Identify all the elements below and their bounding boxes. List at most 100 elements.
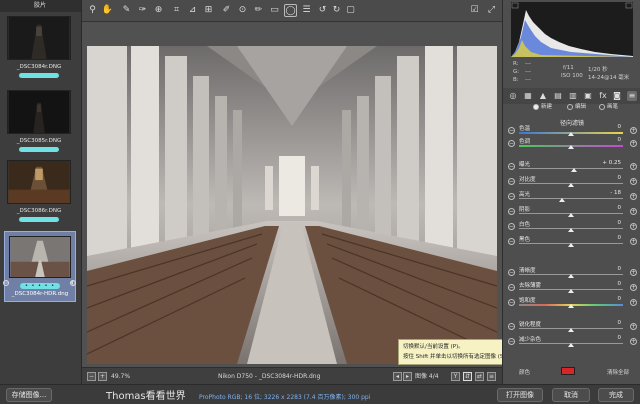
slider-value[interactable]: + 0.25 [601, 160, 621, 166]
effects-tab-icon[interactable]: fx [598, 91, 608, 101]
tone-curve-tab-icon[interactable]: ▦ [523, 91, 533, 101]
detail-tab-icon[interactable]: ▲ [538, 91, 548, 101]
increase-icon[interactable]: + [630, 208, 637, 215]
slider-value[interactable]: 0 [601, 220, 622, 226]
color-swatch[interactable] [561, 367, 575, 375]
decrease-icon[interactable]: − [508, 140, 515, 147]
next-image-button[interactable]: ▸ [403, 372, 412, 381]
slider-knob[interactable] [568, 343, 574, 347]
increase-icon[interactable]: + [630, 178, 637, 185]
slider-row[interactable]: − 色调 0 + [503, 137, 640, 151]
increase-icon[interactable]: + [630, 163, 637, 170]
mode-brush-radio[interactable]: 画笔 [599, 102, 618, 110]
slider-row[interactable]: − 白色 0 + [503, 220, 640, 234]
slider-row[interactable]: − 饱和度 0 + [503, 296, 640, 310]
camera-calibration-tab-icon[interactable]: ◙ [612, 91, 622, 101]
slider-row[interactable]: − 色温 0 + [503, 124, 640, 138]
slider-row[interactable]: − 去除薄雾 0 + [503, 281, 640, 295]
decrease-icon[interactable]: − [508, 238, 515, 245]
crop-icon[interactable]: ⌗ [170, 4, 183, 17]
cancel-button[interactable]: 取消 [552, 388, 590, 402]
slider-knob[interactable] [558, 198, 565, 202]
slider-row[interactable]: − 黑色 0 + [503, 235, 640, 249]
previous-image-button[interactable]: ◂ [393, 372, 402, 381]
transform-icon[interactable]: ⊞ [202, 4, 215, 17]
lens-tab-icon[interactable]: ▣ [583, 91, 593, 101]
slider-value[interactable]: 0 [601, 281, 622, 287]
decrease-icon[interactable]: − [508, 208, 515, 215]
increase-icon[interactable]: + [630, 269, 637, 276]
presets-menu-icon[interactable]: ≡ [627, 91, 637, 101]
zoom-icon[interactable]: ⚲ [86, 4, 99, 17]
swap-settings-button[interactable]: ⇄ [475, 372, 484, 381]
trash-icon[interactable]: ▢ [344, 4, 357, 17]
slider-knob[interactable] [568, 304, 574, 308]
decrease-icon[interactable]: − [508, 338, 515, 345]
increase-icon[interactable]: + [630, 238, 637, 245]
increase-icon[interactable]: + [630, 193, 637, 200]
thumbnail-rating-stars[interactable]: • • • • • [20, 283, 60, 289]
slider-value[interactable]: 0 [601, 124, 622, 130]
slider-value[interactable]: 0 [601, 205, 622, 211]
slider-value[interactable]: 0 [601, 137, 622, 143]
slider-value[interactable]: 0 [601, 296, 622, 302]
toggle-defaults-button[interactable]: ⇵ [463, 372, 472, 381]
decrease-icon[interactable]: − [508, 269, 515, 276]
slider-knob[interactable] [568, 228, 574, 232]
slider-knob[interactable] [568, 289, 574, 293]
graduated-filter-icon[interactable]: ▭ [268, 4, 281, 17]
image-canvas[interactable] [82, 22, 502, 367]
slider-row[interactable]: − 高光 - 18 + [503, 190, 640, 204]
slider-row[interactable]: − 减少杂色 0 + [503, 335, 640, 349]
filmstrip-item[interactable]: _DSC3085r.DNG [7, 90, 71, 152]
color-sampler-icon[interactable]: ✑ [136, 4, 149, 17]
decrease-icon[interactable]: − [508, 163, 515, 170]
decrease-icon[interactable]: − [508, 323, 515, 330]
open-image-button[interactable]: 打开图像 [497, 388, 543, 402]
mode-edit-radio[interactable]: 编辑 [567, 102, 586, 110]
preferences-icon[interactable]: ☰ [300, 4, 313, 17]
zoom-in-button[interactable]: + [98, 372, 107, 381]
increase-icon[interactable]: + [630, 223, 637, 230]
clear-all-button[interactable]: 清除全部 [607, 368, 629, 376]
slider-knob[interactable] [568, 213, 574, 217]
hand-icon[interactable]: ✋ [101, 4, 114, 17]
adjustment-brush-icon[interactable]: ✏ [252, 4, 265, 17]
rotate-cw-icon[interactable]: ↻ [330, 4, 343, 17]
rotate-ccw-icon[interactable]: ↺ [316, 4, 329, 17]
slider-knob[interactable] [568, 145, 574, 149]
slider-knob[interactable] [568, 243, 574, 247]
increase-icon[interactable]: + [630, 284, 637, 291]
save-image-button[interactable]: 存储图像... [6, 388, 52, 402]
hsl-tab-icon[interactable]: ▤ [553, 91, 563, 101]
decrease-icon[interactable]: − [508, 223, 515, 230]
preview-toggle-icon[interactable]: ☑ [468, 4, 481, 17]
target-adjust-icon[interactable]: ⊕ [152, 4, 165, 17]
slider-row[interactable]: − 阴影 0 + [503, 205, 640, 219]
slider-value[interactable]: - 18 [601, 190, 621, 196]
white-balance-icon[interactable]: ✎ [120, 4, 133, 17]
reject-icon[interactable]: ⊘ [3, 280, 9, 286]
slider-knob[interactable] [568, 132, 574, 136]
slider-value[interactable]: 0 [601, 335, 622, 341]
slider-value[interactable]: 0 [601, 266, 622, 272]
increase-icon[interactable]: + [630, 323, 637, 330]
decrease-icon[interactable]: − [508, 193, 515, 200]
slider-knob[interactable] [568, 183, 574, 187]
decrease-icon[interactable]: − [508, 284, 515, 291]
done-button[interactable]: 完成 [598, 388, 634, 402]
zoom-level[interactable]: 49.7% [111, 368, 130, 385]
straighten-icon[interactable]: ⊿ [186, 4, 199, 17]
filmstrip-item[interactable]: _DSC3084r.DNG [7, 16, 71, 78]
spot-removal-icon[interactable]: ✐ [220, 4, 233, 17]
slider-row[interactable]: − 对比度 0 + [503, 175, 640, 189]
workflow-options-link[interactable]: ProPhoto RGB; 16 位; 3226 x 2283 (7.4 百万像… [199, 392, 370, 401]
decrease-icon[interactable]: − [508, 178, 515, 185]
slider-value[interactable]: 0 [601, 235, 622, 241]
slider-knob[interactable] [568, 274, 574, 278]
increase-icon[interactable]: + [630, 140, 637, 147]
slider-knob[interactable] [568, 328, 574, 332]
filmstrip-item[interactable]: _DSC3086r.DNG [7, 160, 71, 222]
filmstrip-item-selected[interactable]: • • • • • _DSC3084r-HDR.dng ⊘ ◐ [3, 231, 76, 302]
increase-icon[interactable]: + [630, 299, 637, 306]
